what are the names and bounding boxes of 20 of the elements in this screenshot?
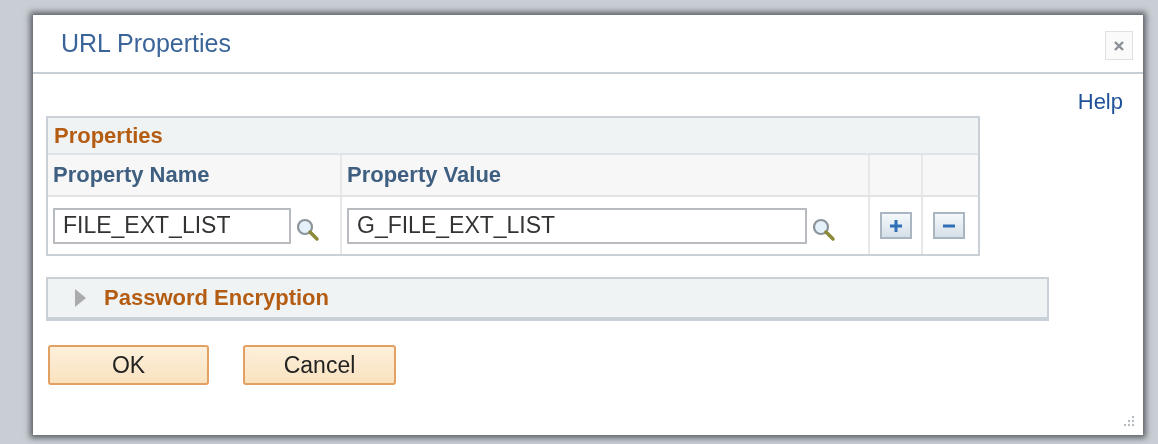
input-field[interactable]: FILE_EXT_LIST — [53, 207, 291, 244]
search-icon[interactable] — [811, 216, 837, 243]
add-row-button[interactable] — [880, 212, 912, 239]
help-link[interactable]: Help — [1077, 88, 1123, 116]
close-button[interactable] — [1105, 31, 1133, 60]
dialog-button[interactable]: Cancel — [243, 345, 396, 385]
input-field[interactable]: G_FILE_EXT_LIST — [347, 207, 807, 244]
column-header: Property Value — [347, 162, 502, 188]
grid-title: Properties — [54, 122, 163, 149]
collapsible-section[interactable]: Password Encryption — [46, 277, 1049, 321]
search-icon[interactable] — [295, 216, 321, 243]
window-title: URL Properties — [61, 29, 231, 58]
delete-row-button[interactable] — [933, 212, 965, 239]
dialog-button[interactable]: OK — [48, 345, 209, 385]
resize-grip-icon[interactable] — [1123, 415, 1135, 427]
minus-icon — [942, 223, 956, 228]
expand-arrow-icon — [73, 287, 87, 309]
close-icon — [1113, 39, 1125, 52]
plus-icon — [889, 218, 903, 233]
column-header: Property Name — [53, 162, 210, 188]
